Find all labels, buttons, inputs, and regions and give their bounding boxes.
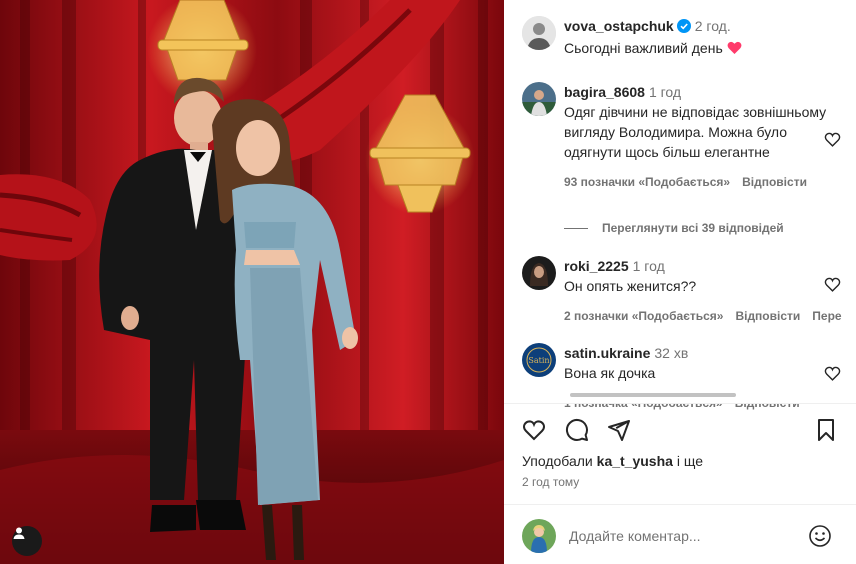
post-caption: vova_ostapchuk 2 год. Сьогодні важливий д…	[522, 16, 856, 76]
add-comment-bar: Додайте коментар...	[522, 519, 838, 553]
heart-emoji-icon	[727, 41, 742, 54]
view-replies-label: Переглянути всі 39 відповідей	[602, 221, 784, 235]
comment-item: roki_2225 1 год Он опять женится?? 2 позн…	[564, 258, 856, 323]
post-actions	[522, 418, 838, 442]
post-time: 2 год.	[694, 18, 731, 34]
post-photo[interactable]	[0, 0, 504, 564]
share-icon[interactable]	[607, 418, 631, 442]
comment-text: Одяг дівчини не відповідає зовнішньому в…	[564, 104, 827, 160]
view-replies-button[interactable]: Переглянути всі 39 відповідей	[564, 221, 784, 235]
see-translation-button[interactable]: Пере	[812, 309, 841, 323]
caption-text: Сьогодні важливий день	[564, 40, 723, 56]
liked-by: Уподобали ka_t_yusha і ще	[522, 453, 703, 469]
comment-icon[interactable]	[565, 418, 589, 442]
comment-username[interactable]: roki_2225	[564, 258, 629, 274]
verified-badge-icon	[676, 19, 691, 33]
comment-text: Вона як дочка	[564, 365, 656, 381]
comment-like-count[interactable]: 2 позначки «Подобається»	[564, 309, 723, 323]
emoji-icon[interactable]	[808, 524, 832, 548]
comment-avatar[interactable]	[522, 256, 556, 290]
comment-like-count[interactable]: 93 позначки «Подобається»	[564, 175, 730, 189]
comment-time: 1 год	[632, 258, 665, 274]
comment-time: 32 хв	[654, 345, 689, 361]
post-sidebar: vova_ostapchuk 2 год. Сьогодні важливий д…	[504, 0, 856, 564]
comment-time: 1 год	[648, 84, 682, 100]
comment-avatar[interactable]: Satin	[522, 343, 556, 377]
comment-avatar[interactable]	[522, 82, 556, 116]
section-divider	[504, 403, 856, 404]
replies-divider-line	[564, 227, 588, 229]
comment-username[interactable]: satin.ukraine	[564, 345, 650, 361]
reply-button[interactable]: Відповісти	[735, 309, 800, 323]
save-icon[interactable]	[814, 418, 838, 442]
current-user-avatar	[522, 519, 556, 553]
comment-item: bagira_8608 1 год Одяг дівчини не відпові…	[564, 84, 834, 189]
like-icon[interactable]	[522, 418, 546, 442]
svg-text:Satin: Satin	[528, 356, 549, 365]
like-comment-icon[interactable]	[824, 276, 841, 293]
reply-button[interactable]: Відповісти	[742, 175, 807, 189]
liked-by-suffix[interactable]: і ще	[677, 453, 703, 469]
liked-by-user[interactable]: ka_t_yusha	[597, 453, 673, 469]
liked-by-prefix: Уподобали	[522, 453, 593, 469]
like-comment-icon[interactable]	[824, 131, 841, 148]
user-tag-icon	[13, 527, 25, 539]
user-tag-button[interactable]	[12, 526, 42, 556]
author-username[interactable]: vova_ostapchuk	[564, 18, 674, 34]
comment-username[interactable]: bagira_8608	[564, 84, 645, 100]
author-avatar[interactable]	[522, 16, 556, 50]
comment-input[interactable]: Додайте коментар...	[569, 528, 701, 544]
photo-scene	[0, 0, 504, 564]
post-timestamp: 2 год тому	[522, 475, 580, 489]
section-divider	[504, 504, 856, 505]
comment-text: Он опять женится??	[564, 278, 697, 294]
like-comment-icon[interactable]	[824, 365, 841, 382]
